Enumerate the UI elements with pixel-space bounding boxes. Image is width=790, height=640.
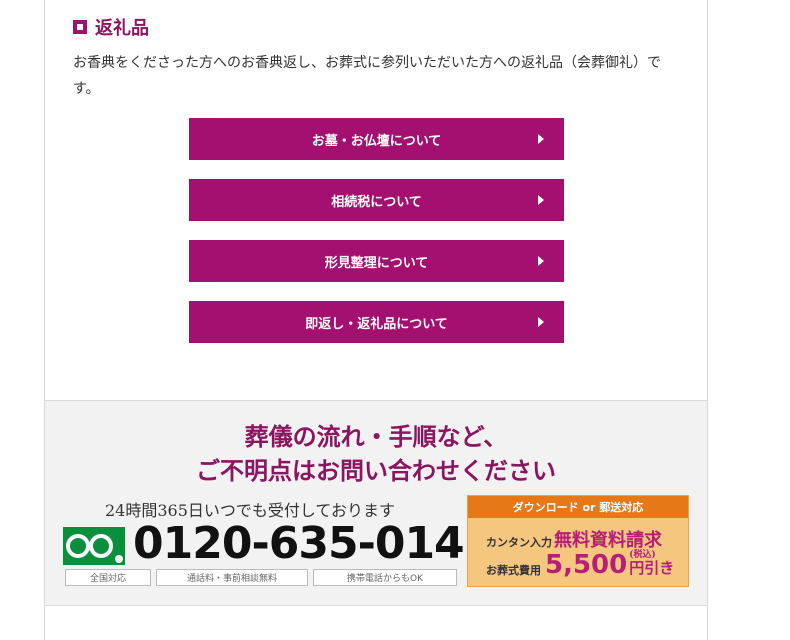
note-nationwide: 全国対応 [65,569,151,586]
arrow-right-icon [538,317,544,327]
banner-prefix: カンタン入力 [486,536,552,549]
banner-top-label: ダウンロード or 郵送対応 [468,496,688,518]
link-button-inheritance-tax[interactable]: 相続税について [189,179,564,221]
contact-section: 葬儀の流れ・手順など、 ご不明点はお問い合わせください 24時間365日いつでも… [45,400,707,606]
link-button-return-gifts[interactable]: 即返し・返礼品について [189,301,564,343]
section-header: 返礼品 [73,14,149,40]
arrow-right-icon [538,256,544,266]
phone-number[interactable]: 0120-635-014 [133,518,465,569]
section-title: 返礼品 [95,18,149,39]
banner-line-2: お葬式費用 5,500 (税込) 円引き [486,550,675,580]
freedial-icon [63,527,125,565]
link-button-label: 相続税について [331,194,422,210]
square-bullet-icon [73,20,87,34]
contact-headline-2: ご不明点はお問い合わせください [196,456,556,485]
link-button-label: 形見整理について [324,255,429,271]
link-button-label: 即返し・返礼品について [305,316,448,332]
link-button-label: お墓・お仏壇について [311,133,442,149]
link-button-keepsake[interactable]: 形見整理について [189,240,564,282]
arrow-right-icon [538,134,544,144]
document-request-banner[interactable]: ダウンロード or 郵送対応 カンタン入力 無料資料請求 お葬式費用 5,500 … [467,495,689,587]
banner-price: 5,500 [545,550,628,580]
note-free-call: 通話料・事前相談無料 [156,569,308,586]
arrow-right-icon [538,195,544,205]
contact-headline-1: 葬儀の流れ・手順など、 [244,422,508,451]
section-description: お香典をくださった方へのお香典返し、お葬式に参列いただいた方への返礼品（会葬御礼… [73,55,661,97]
note-mobile-ok: 携帯電話からもOK [313,569,457,586]
banner-cost-label: お葬式費用 [486,564,541,577]
banner-suffix: 円引き [629,559,675,577]
link-button-grave[interactable]: お墓・お仏壇について [189,118,564,160]
banner-tax: (税込) [629,550,656,560]
banner-unit: (税込) 円引き [629,550,675,578]
